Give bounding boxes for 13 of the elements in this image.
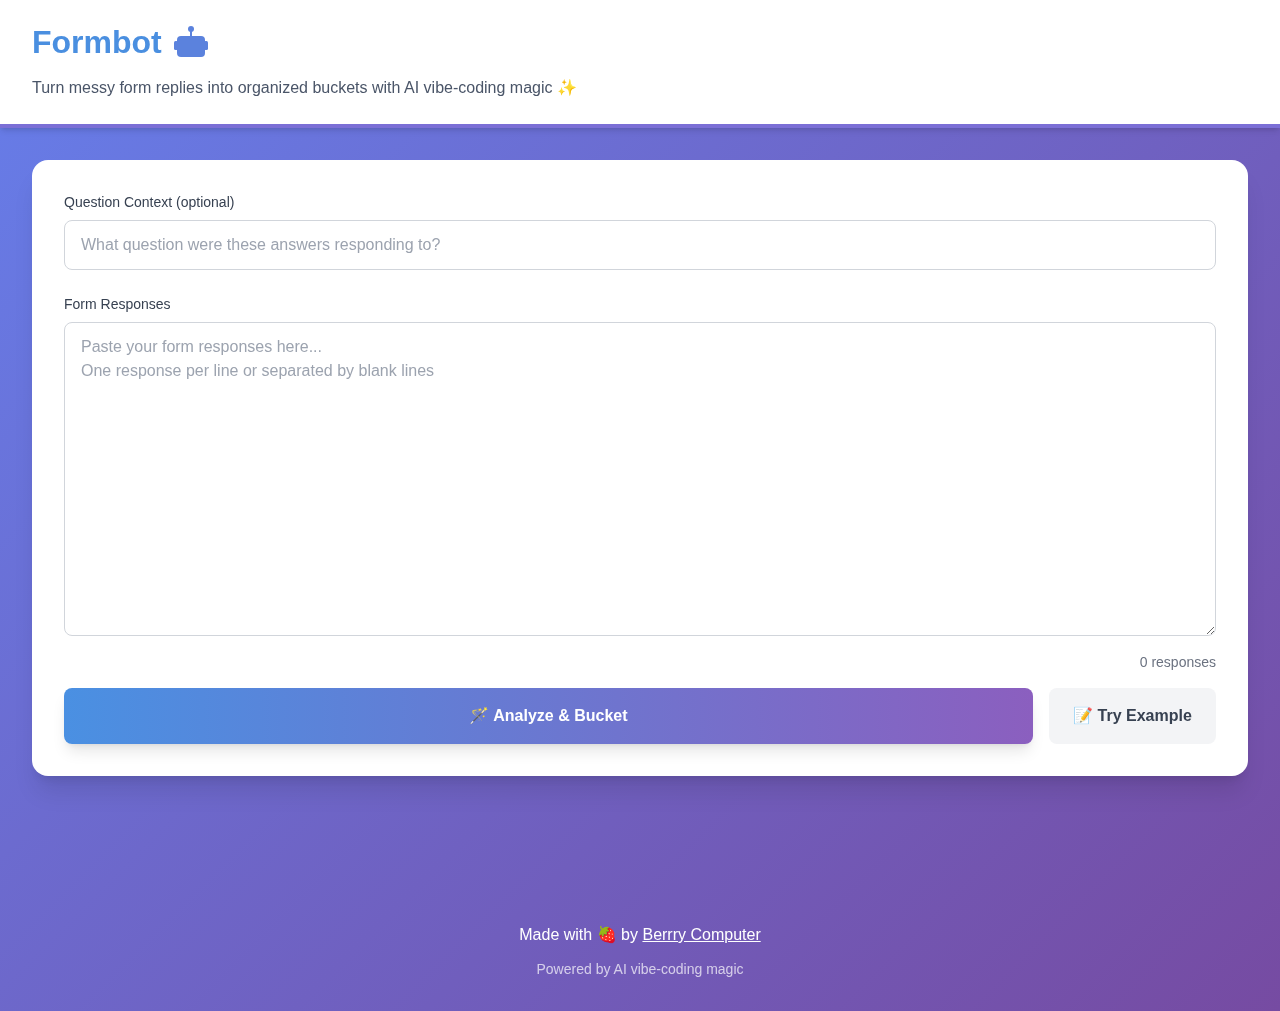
analyze-button[interactable]: 🪄 Analyze & Bucket <box>64 688 1033 744</box>
app-subtitle: Turn messy form replies into organized buckets with AI vibe-coding magic ✨ <box>32 78 578 98</box>
footer-tagline: Powered by AI vibe-coding magic <box>536 960 744 979</box>
robot-icon <box>173 25 208 59</box>
responses-field[interactable]: Paste your form responses here... One response per line or separated by blank lines <box>64 322 1216 636</box>
responses-label: Form Responses <box>64 295 172 314</box>
berrry-link[interactable]: Berrry Computer <box>642 926 761 943</box>
response-count: 0 responses <box>1139 653 1216 672</box>
context-field[interactable]: What question were these answers responding to? <box>64 220 1216 270</box>
context-label: Question Context (optional) <box>64 193 236 212</box>
footer-credit: Made with 🍓 by Berrry Computer <box>519 925 761 945</box>
app-title: Formbot <box>32 24 162 60</box>
try-example-button[interactable]: 📝 Try Example <box>1049 688 1216 744</box>
